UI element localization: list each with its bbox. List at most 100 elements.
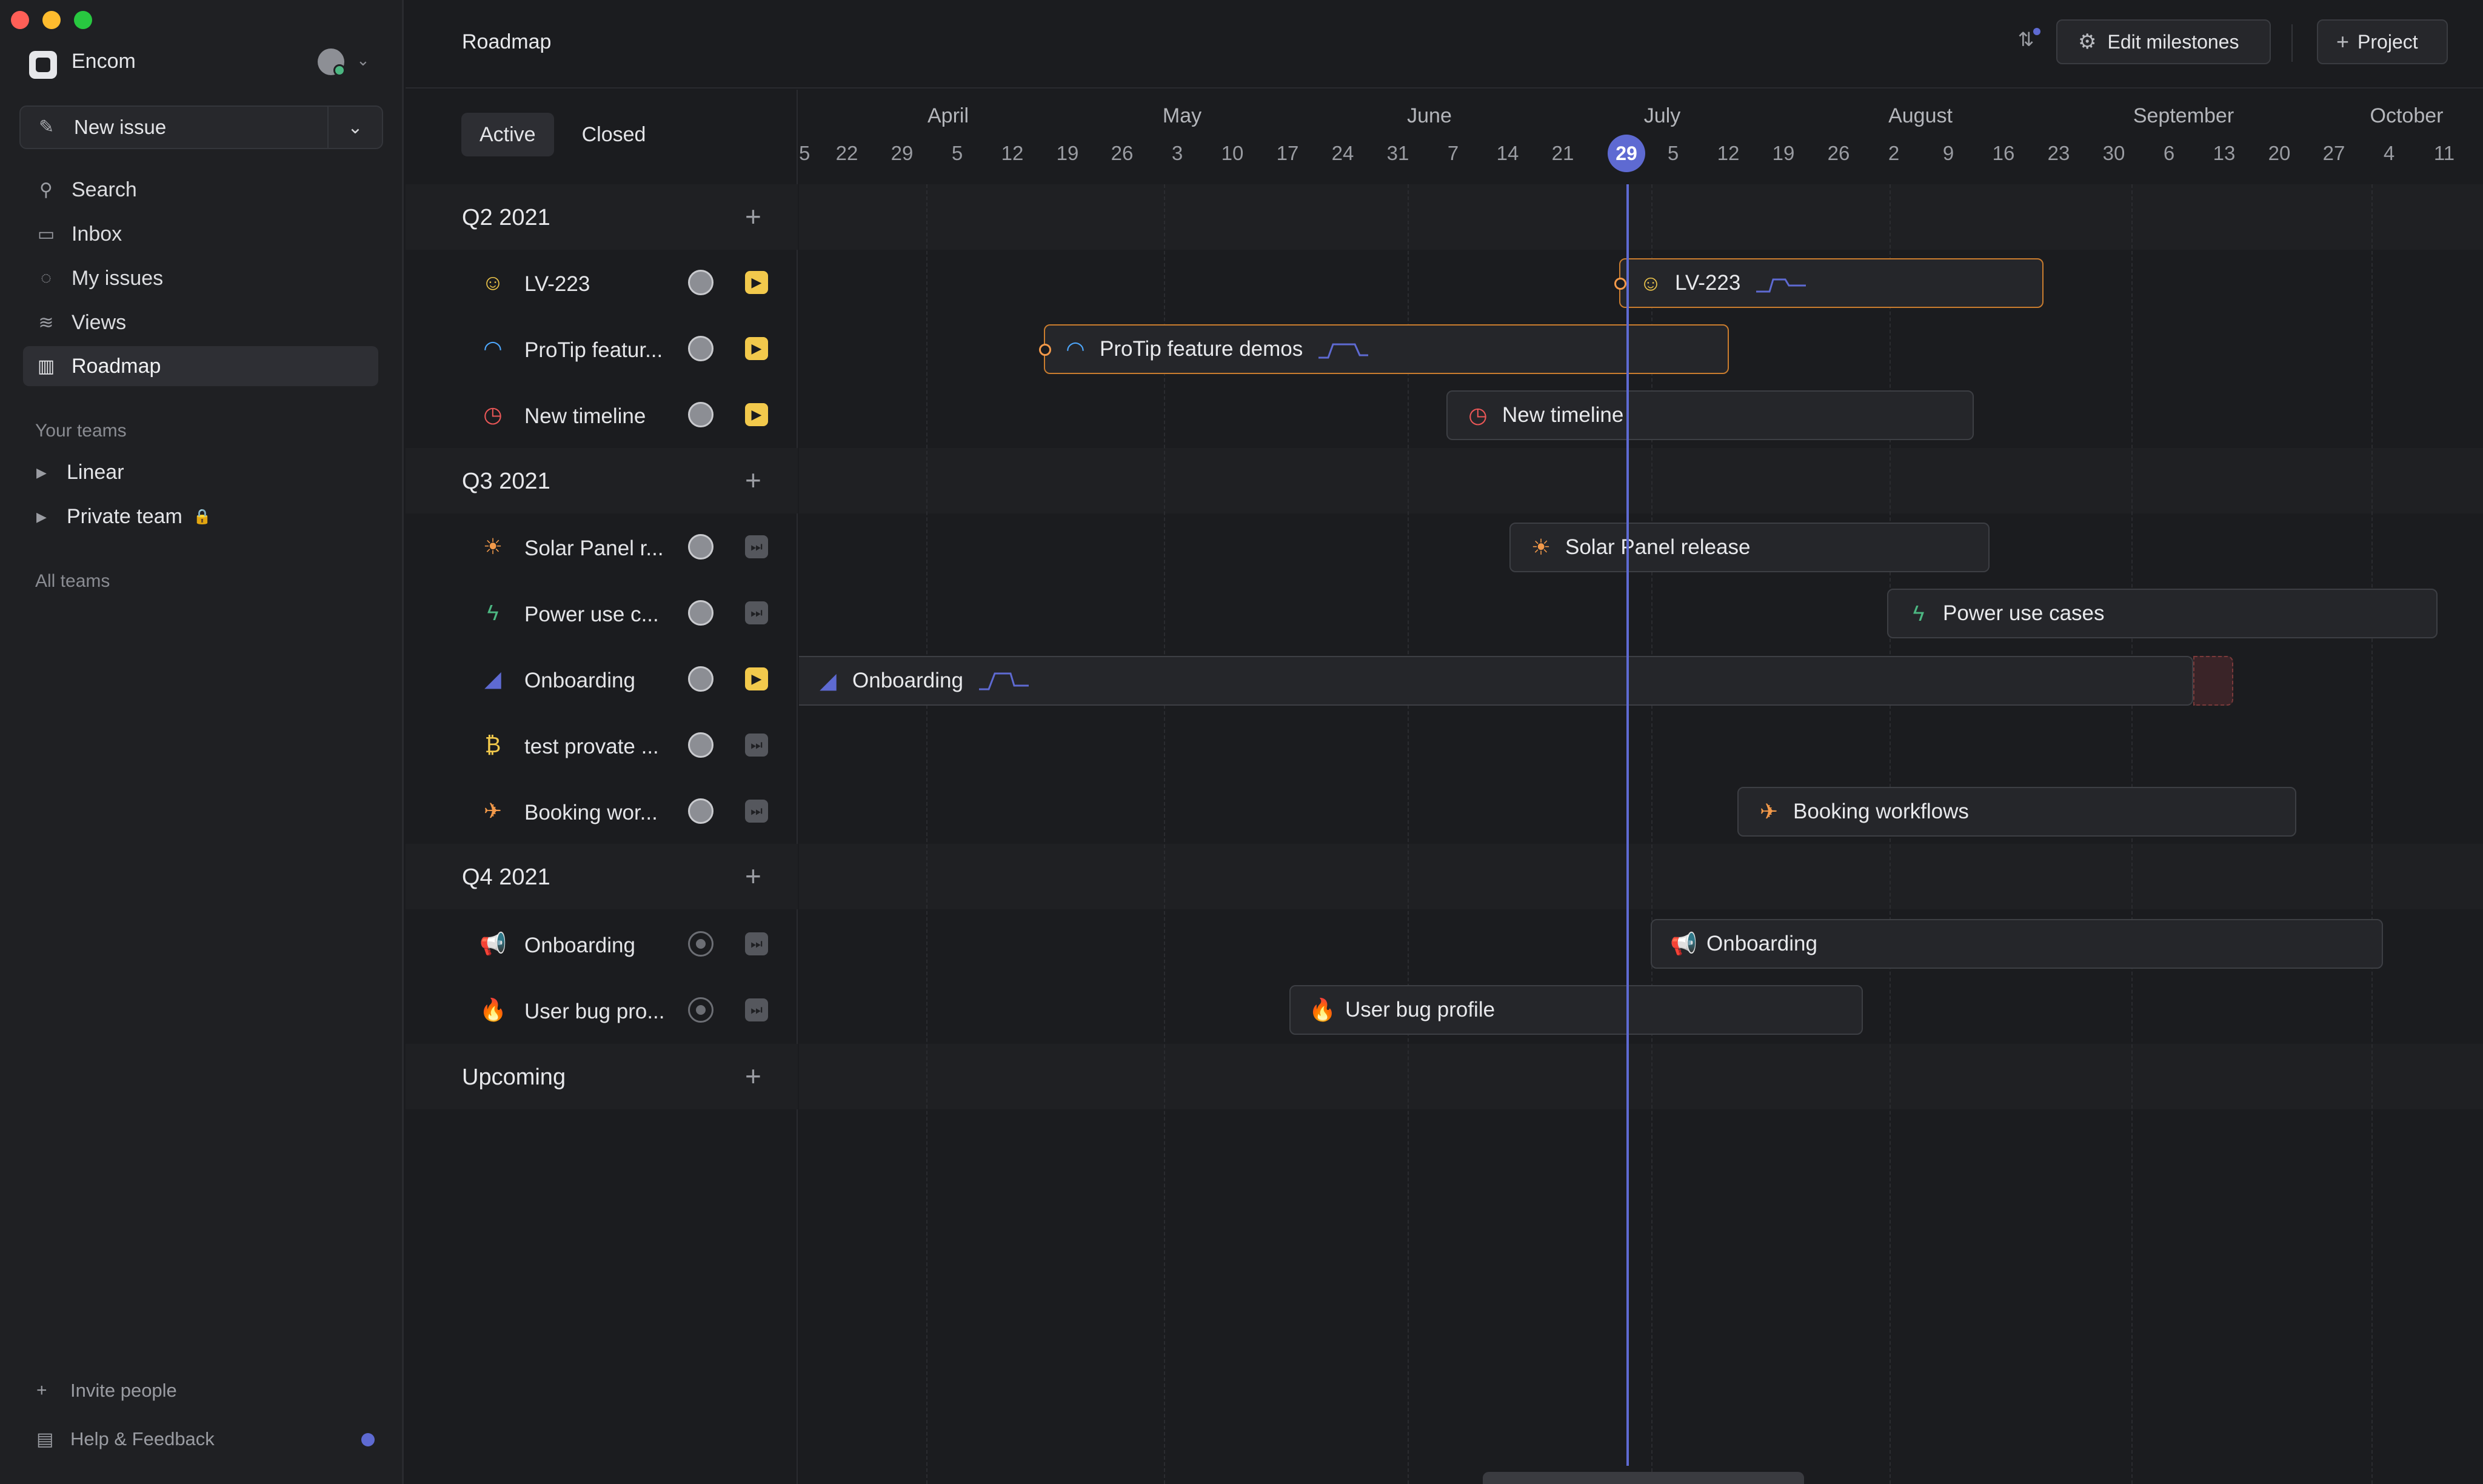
bar-power-use-cases[interactable]: ϟ Power use cases (1887, 589, 2438, 638)
compose-icon: ✎ (39, 117, 55, 137)
status-planned-icon[interactable]: ⏭ (745, 601, 768, 624)
project-row-test-private[interactable]: ₿ test provate ... ⏭ (406, 713, 798, 778)
user-avatar[interactable] (318, 48, 346, 76)
week-label: 26 (1111, 142, 1134, 164)
header-divider (2291, 24, 2293, 62)
progress-sparkline-icon (1318, 343, 1369, 359)
project-row-onboarding-q4[interactable]: 📢 Onboarding ⏭ (406, 912, 798, 977)
project-row-booking[interactable]: ✈ Booking wor... ⏭ (406, 779, 798, 844)
team-private[interactable]: ▶ Private team 🔒 (36, 505, 212, 529)
add-project-icon[interactable]: + (745, 860, 761, 892)
nav-views[interactable]: ≋ Views (23, 302, 378, 343)
chevron-down-icon[interactable]: ⌄ (356, 51, 370, 70)
disclosure-triangle-icon[interactable]: ▶ (36, 509, 67, 525)
invite-people-button[interactable]: + Invite people (36, 1380, 177, 1402)
lead-avatar[interactable] (688, 534, 713, 560)
status-started-icon[interactable]: ▶ (745, 403, 768, 426)
project-name: LV-223 (524, 272, 590, 296)
project-name: Power use c... (524, 603, 659, 626)
zoom-window-button[interactable] (74, 11, 92, 29)
edit-milestones-button[interactable]: ⚙ Edit milestones (2056, 19, 2271, 64)
lead-avatar[interactable] (688, 798, 713, 824)
add-project-icon[interactable]: + (745, 200, 761, 233)
nav-search[interactable]: ⚲ Search (23, 170, 378, 210)
workspace-logo-icon[interactable] (29, 51, 57, 79)
horizontal-scrollbar[interactable] (1483, 1472, 1804, 1484)
megaphone-icon: 📢 (480, 931, 507, 956)
status-started-icon[interactable]: ▶ (745, 337, 768, 360)
week-label: 7 (1447, 142, 1459, 164)
plane-icon: ✈ (1759, 799, 1779, 824)
minimize-window-button[interactable] (42, 11, 61, 29)
flame-icon: 🔥 (1309, 997, 1336, 1022)
edit-milestones-label: Edit milestones (2107, 30, 2239, 53)
week-label: 6 (2163, 142, 2175, 164)
start-date-handle[interactable] (1614, 278, 1626, 290)
status-tabs: Active Closed (461, 113, 673, 156)
new-issue-dropdown-button[interactable]: ⌄ (329, 105, 383, 149)
bar-new-timeline[interactable]: ◷ New timeline (1446, 390, 1974, 440)
status-started-icon[interactable]: ▶ (745, 271, 768, 294)
project-row-protip[interactable]: ◠ ProTip featur... ▶ (406, 316, 798, 382)
month-label: September (2133, 104, 2234, 127)
group-label: Q4 2021 (462, 864, 550, 890)
week-label: 3 (1171, 142, 1183, 164)
new-issue-button[interactable]: ✎ New issue (19, 105, 329, 149)
nav-my-issues-label: My issues (72, 266, 164, 290)
lead-avatar[interactable] (688, 270, 713, 295)
bar-label: Booking workflows (1793, 800, 1969, 823)
month-label: August (1888, 104, 1953, 127)
timeline-band-q3 (799, 448, 2483, 513)
all-teams-link[interactable]: All teams (35, 571, 110, 592)
project-row-onboarding[interactable]: ◢ Onboarding ▶ (406, 647, 798, 712)
tab-closed[interactable]: Closed (564, 113, 664, 156)
notification-dot (361, 1433, 375, 1446)
no-lead-icon[interactable] (688, 931, 713, 957)
chevron-down-icon: ⌄ (347, 118, 363, 138)
lead-avatar[interactable] (688, 402, 713, 427)
add-project-icon[interactable]: + (745, 1060, 761, 1092)
project-row-user-bug[interactable]: 🔥 User bug pro... ⏭ (406, 978, 798, 1043)
status-planned-icon[interactable]: ⏭ (745, 535, 768, 558)
week-label: 11 (2433, 142, 2455, 164)
lead-avatar[interactable] (688, 336, 713, 361)
bar-onboarding[interactable]: ◢ Onboarding (799, 656, 2193, 706)
lead-avatar[interactable] (688, 666, 713, 692)
today-line (1626, 184, 1629, 1466)
bar-lv-223[interactable]: ☺ LV-223 (1614, 258, 2044, 308)
roadmap-timeline[interactable]: April May June July August September Oct… (799, 90, 2483, 1484)
team-linear[interactable]: ▶ Linear (36, 461, 124, 484)
bar-onboarding-q4[interactable]: 📢 Onboarding (1651, 919, 2383, 969)
project-row-lv-223[interactable]: ☺ LV-223 ▶ (406, 250, 798, 316)
disclosure-triangle-icon[interactable]: ▶ (36, 465, 67, 481)
status-planned-icon[interactable]: ⏭ (745, 932, 768, 955)
project-row-solar-panel[interactable]: ☀ Solar Panel r... ⏭ (406, 515, 798, 580)
tab-active[interactable]: Active (461, 113, 554, 156)
start-date-handle[interactable] (1039, 344, 1051, 356)
bar-booking-workflows[interactable]: ✈ Booking workflows (1737, 787, 2296, 837)
help-feedback-button[interactable]: ▤ Help & Feedback (36, 1428, 215, 1450)
bar-user-bug-profile[interactable]: 🔥 User bug profile (1289, 985, 1863, 1035)
sort-icon[interactable]: ⇅ (2008, 28, 2044, 58)
week-label: 22 (835, 142, 858, 164)
bar-label: ProTip feature demos (1100, 337, 1303, 361)
lead-avatar[interactable] (688, 732, 713, 758)
no-lead-icon[interactable] (688, 997, 713, 1023)
smiley-icon: ☺ (481, 270, 504, 295)
month-label: June (1407, 104, 1452, 127)
project-row-new-timeline[interactable]: ◷ New timeline ▶ (406, 383, 798, 448)
lead-avatar[interactable] (688, 600, 713, 626)
status-planned-icon[interactable]: ⏭ (745, 734, 768, 757)
status-planned-icon[interactable]: ⏭ (745, 800, 768, 823)
workspace-name[interactable]: Encom (72, 50, 136, 73)
new-project-button[interactable]: + Project (2317, 19, 2448, 64)
project-row-power-use[interactable]: ϟ Power use c... ⏭ (406, 581, 798, 646)
add-project-icon[interactable]: + (745, 464, 761, 496)
nav-inbox[interactable]: ▭ Inbox (23, 214, 378, 254)
close-window-button[interactable] (11, 11, 29, 29)
nav-roadmap[interactable]: ▥ Roadmap (23, 346, 378, 386)
nav-my-issues[interactable]: ◌ My issues (23, 258, 378, 298)
bar-solar-panel-release[interactable]: ☀ Solar Panel release (1509, 523, 1990, 572)
status-planned-icon[interactable]: ⏭ (745, 998, 768, 1021)
status-started-icon[interactable]: ▶ (745, 667, 768, 690)
